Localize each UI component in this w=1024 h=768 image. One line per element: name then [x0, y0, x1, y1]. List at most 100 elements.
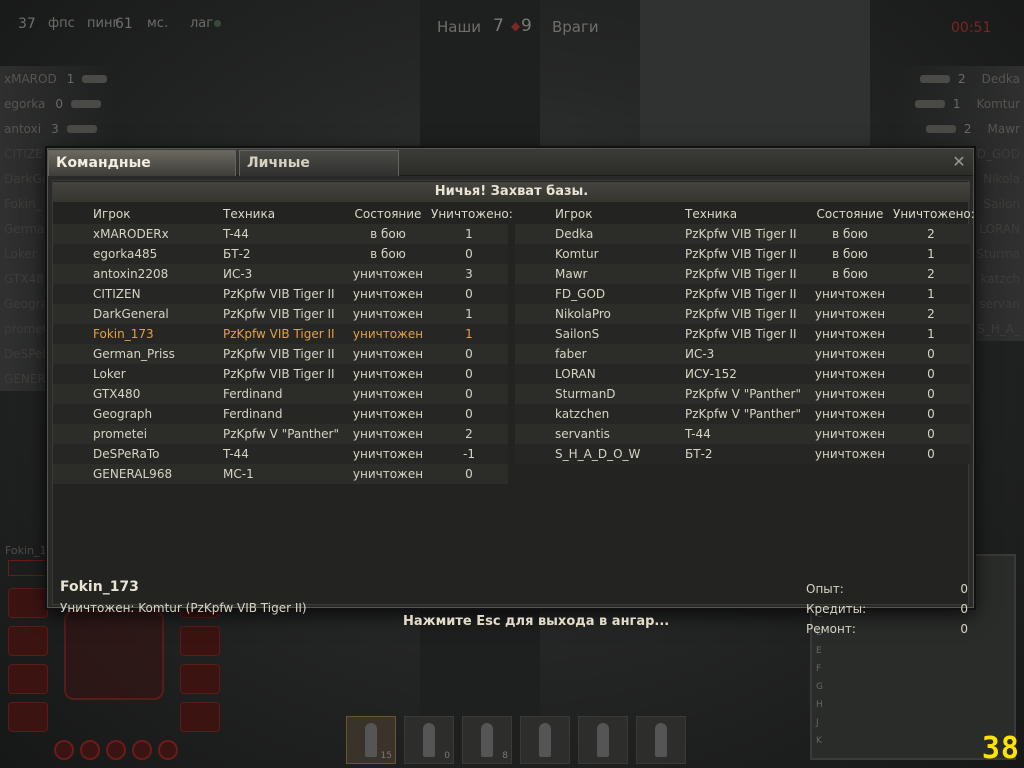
ammo-bar: 15 0 8	[346, 716, 686, 764]
roster-frags: 0	[55, 96, 64, 111]
roster-row: egorka 0	[0, 91, 115, 116]
player-name: Loker	[93, 367, 126, 381]
table-row[interactable]: Fokin_173 PzKpfw VIB Tiger II уничтожен 1	[53, 324, 508, 344]
table-row[interactable]: NikolaPro PzKpfw VIB Tiger II уничтожен 2	[515, 304, 970, 324]
table-row[interactable]: SailonS PzKpfw VIB Tiger II уничтожен 1	[515, 324, 970, 344]
table-row[interactable]: Loker PzKpfw VIB Tiger II уничтожен 0	[53, 364, 508, 384]
battle-results-dialog: Командные достижения Личные достижения ✕…	[47, 148, 975, 636]
roster-player-name: Loker	[4, 246, 37, 261]
table-row[interactable]: DarkGeneral PzKpfw VIB Tiger II уничтожен 1	[53, 304, 508, 324]
tank-silhouette-icon	[920, 74, 951, 83]
vehicle-name: MC-1	[223, 467, 254, 481]
vehicle-name: T-44	[223, 227, 249, 241]
ammo-count: 8	[502, 751, 508, 761]
table-row[interactable]: faber ИС-3 уничтожен 0	[515, 344, 970, 364]
player-name: Mawr	[555, 267, 588, 281]
roster-player-name: Nikola	[983, 171, 1020, 186]
table-row[interactable]: GTX480 Ferdinand уничтожен 0	[53, 384, 508, 404]
vehicle-state: уничтожен	[814, 387, 886, 401]
roster-player-name: Mawr	[987, 121, 1020, 136]
vehicle-state: в бою	[832, 247, 868, 261]
table-row[interactable]: Dedka PzKpfw VIB Tiger II в бою 2	[515, 224, 970, 244]
minimap-row-letter: G	[816, 682, 823, 692]
vehicle-state: уничтожен	[352, 387, 424, 401]
ammo-slot[interactable]: 15	[346, 716, 396, 764]
table-row[interactable]: servantis T-44 уничтожен 0	[515, 424, 970, 444]
roster-row: antoxi 3	[0, 116, 115, 141]
tank-silhouette-icon	[82, 74, 107, 83]
vehicle-name: PzKpfw VIB Tiger II	[685, 227, 797, 241]
ammo-slot[interactable]	[636, 716, 686, 764]
player-name: SailonS	[555, 327, 600, 341]
roster-player-name: German	[4, 221, 53, 236]
vehicle-name: T-44	[223, 447, 249, 461]
roster-row: 1 Komtur	[896, 91, 1024, 116]
kills-count: 0	[465, 247, 473, 261]
table-row[interactable]: katzchen PzKpfw V "Panther" уничтожен 0	[515, 404, 970, 424]
ammo-slot[interactable]	[520, 716, 570, 764]
table-row[interactable]: prometei PzKpfw V "Panther" уничтожен 2	[53, 424, 508, 444]
score-separator-icon: ◆	[511, 19, 521, 33]
table-row[interactable]: German_Priss PzKpfw VIB Tiger II уничтожен…	[53, 344, 508, 364]
kills-count: 2	[927, 307, 935, 321]
col-player-header: Игрок	[555, 207, 593, 221]
dialog-tab-bar: Командные достижения Личные достижения ✕	[48, 149, 973, 195]
ammo-slot[interactable]: 0	[404, 716, 454, 764]
radioman-icon	[158, 740, 178, 760]
roster-player-name: LORAN	[979, 221, 1020, 236]
vehicle-state: уничтожен	[352, 447, 424, 461]
vehicle-state: уничтожен	[352, 427, 424, 441]
table-row[interactable]: xMARODERx T-44 в бою 1	[53, 224, 508, 244]
ping-value: 61	[115, 16, 133, 32]
vehicle-state: уничтожен	[352, 267, 424, 281]
table-row[interactable]: S_H_A_D_O_W БТ-2 уничтожен 0	[515, 444, 970, 464]
roster-frags: 2	[958, 71, 966, 86]
optics-icon	[180, 702, 220, 732]
vehicle-state: уничтожен	[814, 367, 886, 381]
vehicle-name: ИСУ-152	[685, 367, 737, 381]
roster-player-name: Dedka	[981, 71, 1020, 86]
tab-team-achievements[interactable]: Командные достижения	[48, 150, 236, 195]
shell-icon	[539, 723, 551, 757]
col-kills-header: Уничтожено:	[893, 207, 975, 221]
roster-player-name: egorka	[4, 96, 46, 111]
table-row[interactable]: FD_GOD PzKpfw VIB Tiger II уничтожен 1	[515, 284, 970, 304]
minimap-row-letter: K	[816, 736, 822, 746]
vehicle-state: уничтожен	[814, 447, 886, 461]
roster-player-name: CITIZE	[4, 146, 43, 161]
table-row[interactable]: CITIZEN PzKpfw VIB Tiger II уничтожен 0	[53, 284, 508, 304]
player-name: NikolaPro	[555, 307, 611, 321]
player-name: Geograph	[93, 407, 153, 421]
table-row[interactable]: Geograph Ferdinand уничтожен 0	[53, 404, 508, 424]
kills-count: 1	[465, 227, 473, 241]
ammo-slot[interactable]: 8	[462, 716, 512, 764]
enemy-team-table: Игрок Техника Состояние Уничтожено: Dedk…	[515, 204, 975, 464]
table-row[interactable]: Mawr PzKpfw VIB Tiger II в бою 2	[515, 264, 970, 284]
player-name: servantis	[555, 427, 610, 441]
roster-player-name: Geogra	[4, 296, 48, 311]
table-row[interactable]: GENERAL968 MC-1 уничтожен 0	[53, 464, 508, 484]
col-vehicle-header: Техника	[685, 207, 738, 221]
vehicle-name: PzKpfw VIB Tiger II	[223, 347, 335, 361]
ally-team-label: Наши	[437, 18, 481, 36]
kills-count: 0	[465, 467, 473, 481]
crew-icons	[54, 740, 178, 760]
xp-row: Опыт: 0	[806, 579, 974, 599]
vehicle-state: в бою	[370, 247, 406, 261]
fuel-tank-icon	[180, 664, 220, 694]
player-name: DeSPeRaTo	[93, 447, 160, 461]
roster-player-name: Komtur	[976, 96, 1020, 111]
table-row[interactable]: LORAN ИСУ-152 уничтожен 0	[515, 364, 970, 384]
tab-personal-achievements[interactable]: Личные достижения	[239, 150, 399, 195]
table-row[interactable]: SturmanD PzKpfw V "Panther" уничтожен 0	[515, 384, 970, 404]
table-row[interactable]: egorka485 БТ-2 в бою 0	[53, 244, 508, 264]
col-vehicle-header: Техника	[223, 207, 276, 221]
vehicle-state: уничтожен	[352, 347, 424, 361]
ammo-slot[interactable]	[578, 716, 628, 764]
close-icon[interactable]: ✕	[949, 152, 969, 172]
table-row[interactable]: Komtur PzKpfw VIB Tiger II в бою 1	[515, 244, 970, 264]
vehicle-state: уничтожен	[352, 287, 424, 301]
player-name: German_Priss	[93, 347, 175, 361]
table-row[interactable]: antoxin2208 ИС-3 уничтожен 3	[53, 264, 508, 284]
table-row[interactable]: DeSPeRaTo T-44 уничтожен -1	[53, 444, 508, 464]
